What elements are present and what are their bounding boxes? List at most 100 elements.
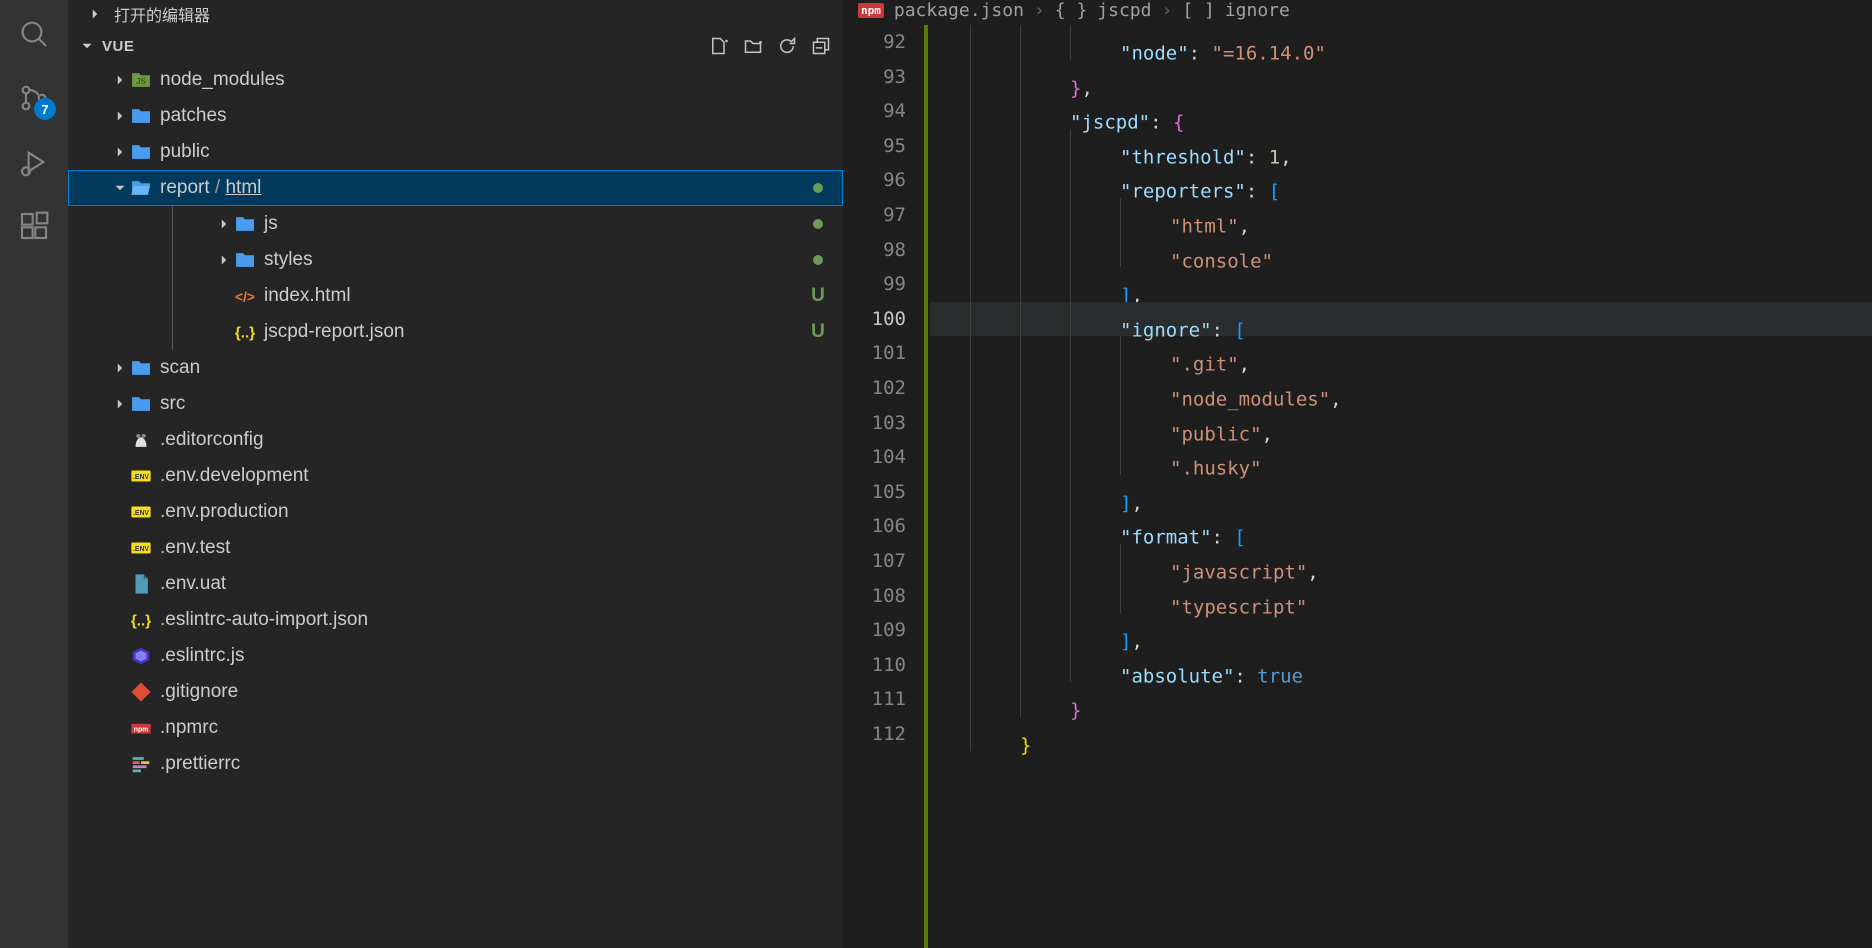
project-header[interactable]: VUE	[68, 30, 843, 62]
svg-text:JS: JS	[136, 77, 147, 86]
code-line[interactable]: "console"	[930, 233, 1872, 268]
code-line[interactable]: },	[930, 60, 1872, 95]
file-row[interactable]: {..}jscpd-report.jsonU	[172, 314, 843, 350]
code-line[interactable]: "format": [	[930, 509, 1872, 544]
chevron-right-icon	[110, 359, 130, 377]
line-number: 92	[844, 25, 906, 60]
chevron-right-icon	[110, 395, 130, 413]
folder-row[interactable]: styles	[172, 242, 843, 278]
file-row[interactable]: .prettierrc	[68, 746, 843, 782]
code-line[interactable]: "node_modules",	[930, 371, 1872, 406]
file-icon	[130, 573, 152, 595]
line-number: 103	[844, 406, 906, 441]
tree-item-label: .env.development	[160, 465, 827, 487]
explorer-actions	[709, 36, 831, 56]
line-number: 94	[844, 94, 906, 129]
folder-icon	[130, 393, 152, 415]
tree-item-label: node_modules	[160, 69, 827, 91]
code-line[interactable]: }	[930, 717, 1872, 752]
svg-text:{..}: {..}	[235, 325, 255, 342]
code-line[interactable]: }	[930, 682, 1872, 717]
line-gutter: 9293949596979899100101102103104105106107…	[844, 25, 928, 948]
search-icon[interactable]	[16, 16, 52, 52]
refresh-icon[interactable]	[777, 36, 797, 56]
folder-row[interactable]: scan	[68, 350, 843, 386]
code-line[interactable]: "html",	[930, 198, 1872, 233]
tree-item-label: styles	[264, 249, 813, 271]
file-row[interactable]: .ENV.env.test	[68, 530, 843, 566]
code-line[interactable]: ".git",	[930, 336, 1872, 371]
code-line[interactable]: "node": "=16.14.0"	[930, 25, 1872, 60]
file-row[interactable]: .ENV.env.production	[68, 494, 843, 530]
folder-row[interactable]: JS node_modules	[68, 62, 843, 98]
open-editors-section[interactable]: 打开的编辑器	[68, 0, 843, 30]
tree-item-label: .npmrc	[160, 717, 827, 739]
breadcrumb[interactable]: npm package.json › { } jscpd › [ ] ignor…	[844, 0, 1872, 25]
tree-item-label: .env.uat	[160, 573, 827, 595]
code-line[interactable]: "jscpd": {	[930, 94, 1872, 129]
folder-icon	[130, 141, 152, 163]
code-line[interactable]: "threshold": 1,	[930, 129, 1872, 164]
code-line[interactable]: "ignore": [	[930, 302, 1872, 337]
tree-item-label: .eslintrc.js	[160, 645, 827, 667]
code-line[interactable]: "javascript",	[930, 544, 1872, 579]
git-modified-dot	[813, 183, 823, 193]
activity-bar: 7	[0, 0, 68, 948]
json-icon: {..}	[130, 609, 152, 631]
tree-item-label: .editorconfig	[160, 429, 827, 451]
code-line[interactable]: "typescript"	[930, 579, 1872, 614]
chevron-right-icon	[86, 5, 104, 23]
code-line[interactable]: ".husky"	[930, 440, 1872, 475]
code-line[interactable]: "public",	[930, 406, 1872, 441]
chevron-right-icon: ›	[1161, 0, 1172, 21]
project-name: VUE	[102, 38, 134, 55]
chevron-right-icon: ›	[1034, 0, 1045, 21]
file-row[interactable]: </>index.htmlU	[172, 278, 843, 314]
git-modified-dot	[813, 255, 823, 265]
breadcrumb-bracket-icon: [ ]	[1182, 0, 1215, 21]
file-row[interactable]: .eslintrc.js	[68, 638, 843, 674]
folder-row[interactable]: src	[68, 386, 843, 422]
collapse-all-icon[interactable]	[811, 36, 831, 56]
line-number: 101	[844, 336, 906, 371]
file-row[interactable]: npm .npmrc	[68, 710, 843, 746]
extensions-icon[interactable]	[16, 208, 52, 244]
line-number: 95	[844, 129, 906, 164]
breadcrumb-file[interactable]: package.json	[894, 0, 1024, 21]
tree-item-label: .eslintrc-auto-import.json	[160, 609, 827, 631]
line-number: 109	[844, 613, 906, 648]
file-row[interactable]: .env.uat	[68, 566, 843, 602]
code-area[interactable]: 9293949596979899100101102103104105106107…	[844, 25, 1872, 948]
json-icon: {..}	[234, 321, 256, 343]
new-folder-icon[interactable]	[743, 36, 763, 56]
breadcrumb-key-1[interactable]: jscpd	[1097, 0, 1151, 21]
folder-row[interactable]: patches	[68, 98, 843, 134]
file-row[interactable]: .editorconfig	[68, 422, 843, 458]
tree-item-label: jscpd-report.json	[264, 321, 809, 343]
line-number: 112	[844, 717, 906, 752]
code-line[interactable]: "absolute": true	[930, 648, 1872, 683]
editor-pane: npm package.json › { } jscpd › [ ] ignor…	[844, 0, 1872, 948]
new-file-icon[interactable]	[709, 36, 729, 56]
folder-row[interactable]: public	[68, 134, 843, 170]
folder-icon	[130, 357, 152, 379]
tree-item-label: src	[160, 393, 827, 415]
tree-item-label: scan	[160, 357, 827, 379]
run-debug-icon[interactable]	[16, 144, 52, 180]
source-control-icon[interactable]: 7	[16, 80, 52, 116]
folder-row[interactable]: js	[172, 206, 843, 242]
breadcrumb-key-2[interactable]: ignore	[1225, 0, 1290, 21]
line-number: 105	[844, 475, 906, 510]
chevron-down-icon	[78, 37, 96, 55]
file-row[interactable]: .ENV.env.development	[68, 458, 843, 494]
folder-row[interactable]: report / html	[68, 170, 843, 206]
chevron-right-icon	[214, 251, 234, 269]
svg-text:npm: npm	[134, 726, 148, 733]
code-line[interactable]: ],	[930, 267, 1872, 302]
code-content[interactable]: "node": "=16.14.0"},"jscpd": {"threshold…	[930, 25, 1872, 948]
code-line[interactable]: ],	[930, 475, 1872, 510]
file-row[interactable]: {..} .eslintrc-auto-import.json	[68, 602, 843, 638]
code-line[interactable]: ],	[930, 613, 1872, 648]
code-line[interactable]: "reporters": [	[930, 163, 1872, 198]
file-row[interactable]: .gitignore	[68, 674, 843, 710]
